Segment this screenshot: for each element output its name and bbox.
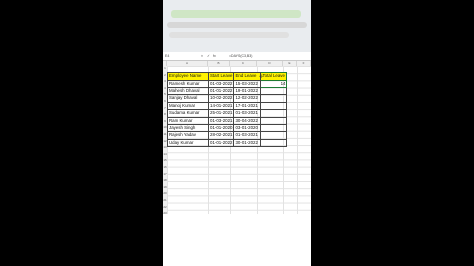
cell-end[interactable]: 19-01-2022 (233, 86, 262, 96)
table-row: Uday Kumar 01-01-2022 30-01-2022 (167, 138, 288, 148)
header-start-leave[interactable]: Start Leave (207, 72, 235, 81)
cell-start[interactable]: 28-02-2021 (207, 131, 235, 140)
ribbon-blur-gray (167, 22, 307, 28)
cell-name[interactable]: Manoj Kumar (167, 101, 209, 111)
cell-end[interactable]: 30-04-2022 (233, 116, 262, 125)
table-row: Manoj Kumar 14-01-2021 17-01-2021 (167, 101, 288, 111)
table-header-row: Employee Name Start Leave End Leave Tota… (167, 72, 288, 81)
cell-end[interactable]: 15-03-2022 (233, 79, 262, 88)
header-employee-name[interactable]: Employee Name (167, 72, 209, 81)
employee-leave-table: Employee Name Start Leave End Leave Tota… (167, 66, 288, 148)
mouse-cursor-icon: ✛ (259, 74, 264, 80)
table-row: Ram Kumar 01-03-2021 30-04-2022 (167, 116, 288, 125)
cell-total-selected[interactable]: 14 (260, 79, 288, 88)
cell-start[interactable]: 01-01-2020 (207, 123, 235, 133)
cell-end[interactable]: 01-03-2021 (233, 131, 262, 140)
cell-name[interactable]: Mahesh Dhaval (167, 86, 209, 96)
cell-total[interactable] (260, 131, 288, 140)
ribbon-area (163, 0, 311, 52)
enter-icon[interactable]: ✓ (207, 54, 210, 58)
cell-end[interactable]: 03-01-2020 (233, 123, 262, 133)
cancel-icon[interactable]: × (201, 54, 203, 58)
cell-name[interactable]: Rajesh Yadav (167, 131, 209, 140)
cell-start[interactable]: 01-01-2022 (207, 138, 235, 148)
cell-name[interactable]: Ramesh Kumar (167, 79, 209, 88)
cell-name[interactable]: Uday Kumar (167, 138, 209, 148)
cell-total[interactable] (260, 116, 288, 125)
formula-bar: E4 × ✓ fx =DAYS(C3,B3) (163, 52, 311, 61)
table-row: Mahesh Dhaval 01-01-2022 19-01-2022 (167, 86, 288, 96)
table-row: Ramesh Kumar 01-03-2022 15-03-2022 14 (167, 79, 288, 88)
cell-name[interactable]: Sanjay Dhaval (167, 94, 209, 103)
cell-start[interactable]: 01-03-2021 (207, 116, 235, 125)
formula-input[interactable]: =DAYS(C3,B3) (229, 54, 252, 58)
cell-name[interactable]: Jayesh Singh (167, 123, 209, 133)
cell-start[interactable]: 10-02-2022 (207, 94, 235, 103)
cell-name[interactable]: Sudama Kumar (167, 109, 209, 118)
cell-total[interactable] (260, 94, 288, 103)
cell-total[interactable] (260, 109, 288, 118)
table-row: Sudama Kumar 25-01-2021 01-03-2021 (167, 109, 288, 118)
cell-name[interactable]: Ram Kumar (167, 116, 209, 125)
cell-total[interactable] (260, 138, 288, 148)
header-end-leave[interactable]: End Leave (233, 72, 262, 81)
table-row: Sanjay Dhaval 10-02-2022 12-02-2022 (167, 94, 288, 103)
ribbon-blur-green (171, 10, 301, 18)
ribbon-blur-light (169, 32, 289, 38)
cell-end[interactable]: 30-01-2022 (233, 138, 262, 148)
name-box[interactable]: E4 (165, 54, 169, 58)
sheet-bottom (163, 214, 311, 266)
cell-start[interactable]: 25-01-2021 (207, 109, 235, 118)
spreadsheet-window: E4 × ✓ fx =DAYS(C3,B3) A B C D E F 1 2 3… (163, 0, 311, 266)
cell-start[interactable]: 14-01-2021 (207, 101, 235, 111)
table-row: Jayesh Singh 01-01-2020 03-01-2020 (167, 123, 288, 133)
cell-total[interactable] (260, 86, 288, 96)
cell-end[interactable]: 17-01-2021 (233, 101, 262, 111)
cell-total[interactable] (260, 123, 288, 133)
cell-start[interactable]: 01-03-2022 (207, 79, 235, 88)
table-row: Rajesh Yadav 28-02-2021 01-03-2021 (167, 131, 288, 140)
cell-end[interactable]: 12-02-2022 (233, 94, 262, 103)
cell-start[interactable]: 01-01-2022 (207, 86, 235, 96)
header-total-leave[interactable]: Total Leave (260, 72, 288, 81)
fx-icon[interactable]: fx (213, 54, 216, 58)
cell-total[interactable] (260, 101, 288, 111)
cell-end[interactable]: 01-03-2021 (233, 109, 262, 118)
